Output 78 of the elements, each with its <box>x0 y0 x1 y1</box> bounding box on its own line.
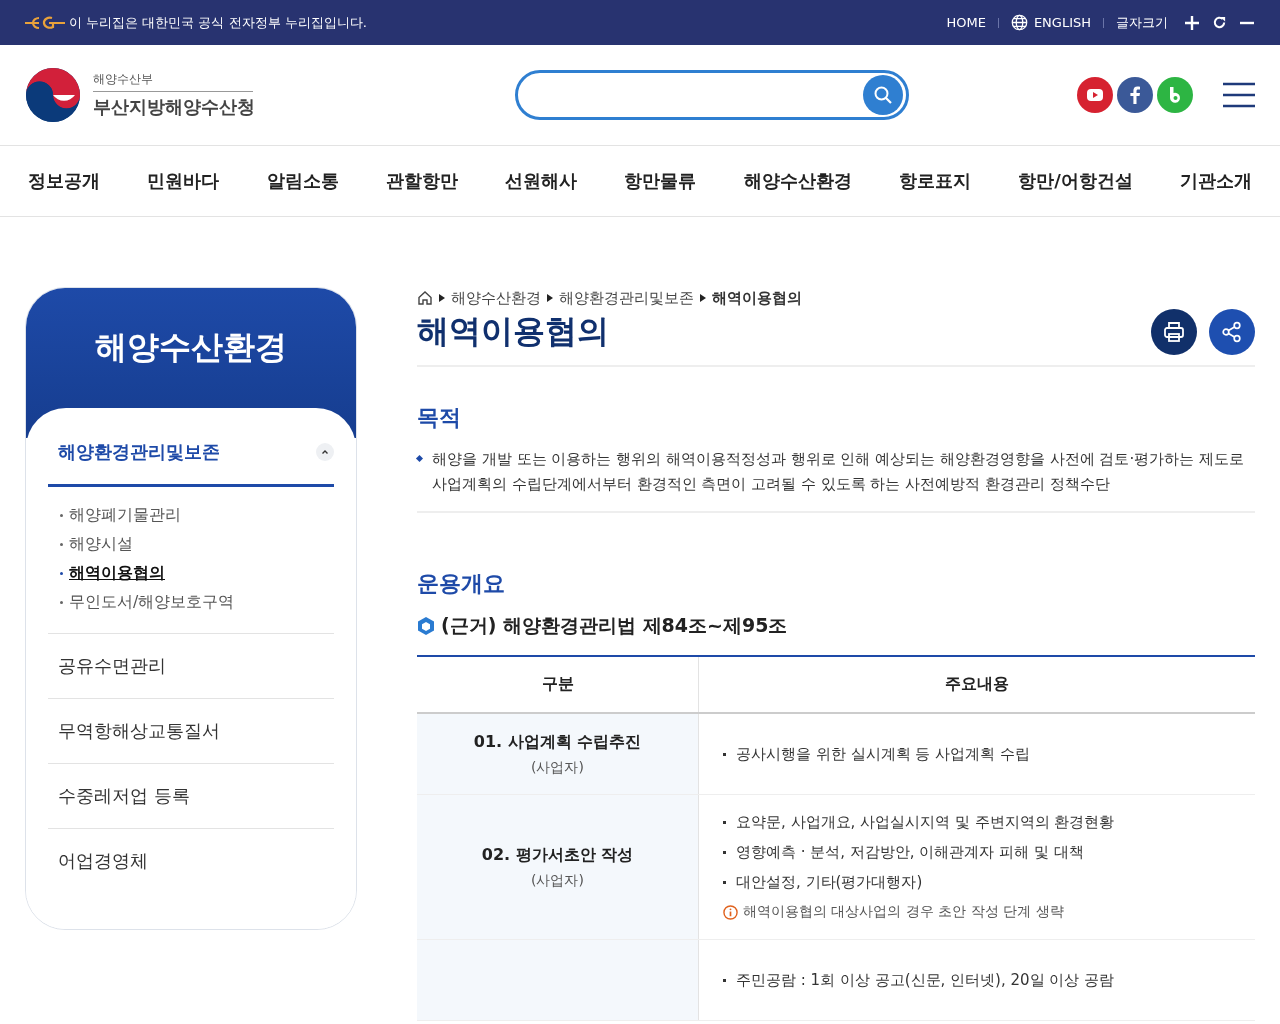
sidebar-menu-item[interactable]: 공유수면관리 <box>48 634 334 698</box>
font-size-label: 글자크기 <box>1116 13 1168 32</box>
info-icon <box>723 904 738 920</box>
column-header: 주요내용 <box>944 673 1010 695</box>
note-text: 해역이용협의 대상사업의 경우 초안 작성 단계 생략 <box>743 903 1064 921</box>
step-actor: (사업자) <box>531 871 584 890</box>
bullet-icon <box>60 543 63 546</box>
utility-link[interactable]: HOME <box>946 15 986 30</box>
content-text: 대안설정, 기타(평가대행자) <box>736 873 923 892</box>
sidebar-menu-item[interactable]: 어업경영체 <box>48 829 334 893</box>
search-icon <box>873 85 893 105</box>
page-title: 해역이용협의 <box>417 311 609 352</box>
nav-menu-item[interactable]: 정보공개 <box>28 169 100 193</box>
emblem-icon <box>25 67 81 123</box>
printer-icon <box>1163 321 1185 343</box>
reset-icon[interactable] <box>1212 15 1227 30</box>
breadcrumb-link[interactable]: 해양환경관리및보존 <box>559 288 694 308</box>
sidebar-submenu-item[interactable]: 무인도서/해양보호구역 <box>60 592 322 613</box>
youtube-icon[interactable] <box>1077 77 1113 113</box>
menu-icon[interactable] <box>1223 82 1255 108</box>
sidebar-menu-item[interactable]: 수중레저업 등록 <box>48 764 334 828</box>
bullet-icon <box>723 978 726 982</box>
hexagon-icon <box>417 616 435 636</box>
section-heading: 운용개요 <box>417 570 506 598</box>
nav-menu-item[interactable]: 선원해사 <box>505 169 578 193</box>
bullet-icon <box>723 881 726 884</box>
collapse-icon <box>316 443 334 461</box>
nav-menu-item[interactable]: 알림소통 <box>266 169 339 193</box>
purpose-text: 해양을 개발 또는 이용하는 행위의 해역이용적정성과 행위로 인해 예상되는 해양환경영향을 사전에 검토·평가하는 제도로 사업계획의 수립단계에서부터 환경적인 측면이 고려될 수 있도록 하는 사전예방적 환경관리 정책수단 <box>432 449 1245 495</box>
content-text: 주민공람 : 1회 이상 공고(신문, 인터넷), 20일 이상 공람 <box>736 970 1115 990</box>
bullet-icon <box>60 601 63 604</box>
arrow-icon <box>439 294 445 302</box>
section-heading: 목적 <box>417 404 462 432</box>
content-text: 공사시행을 위한 실시계획 등 사업계획 수립 <box>736 744 1030 764</box>
content-text: 영향예측 · 분석, 저감방안, 이해관계자 피해 및 대책 <box>736 843 1084 862</box>
search-field[interactable] <box>515 70 909 120</box>
agency-name: 부산지방해양수산청 <box>93 95 255 119</box>
nav-menu-item[interactable]: 기관소개 <box>1179 169 1252 193</box>
nav-menu-item[interactable]: 항만물류 <box>624 169 697 193</box>
content-text: 요약문, 사업개요, 사업실시지역 및 주변지역의 환경현황 <box>736 813 1115 832</box>
nav-menu-item[interactable]: 항로표지 <box>898 169 971 193</box>
sidebar-menu-item[interactable]: 해양환경관리및보존 <box>48 422 334 487</box>
home-icon[interactable] <box>417 290 433 306</box>
plus-icon[interactable] <box>1184 14 1200 31</box>
facebook-icon[interactable] <box>1117 77 1153 113</box>
sidebar-title: 해양수산환경 <box>95 327 287 368</box>
breadcrumb-link[interactable]: 해양수산환경 <box>451 288 541 308</box>
globe-icon <box>1010 14 1028 31</box>
search-button[interactable] <box>863 75 903 115</box>
step-title: 01. 사업계획 수립추진 <box>473 731 642 753</box>
step-actor: (사업자) <box>531 758 584 777</box>
print-button[interactable] <box>1151 309 1197 355</box>
nav-menu-item[interactable]: 관할항만 <box>385 169 458 193</box>
breadcrumb-link[interactable]: 해역이용협의 <box>712 288 802 308</box>
column-header: 구분 <box>417 657 699 712</box>
bullet-icon <box>60 514 63 517</box>
sidebar-submenu-item[interactable]: 해역이용협의 <box>60 563 322 584</box>
ministry-name: 해양수산부 <box>93 71 253 92</box>
sidebar-submenu-item[interactable]: 해양폐기물관리 <box>60 505 322 526</box>
bullet-icon <box>60 572 63 575</box>
arrow-icon <box>700 294 706 302</box>
sidebar-submenu-item[interactable]: 해양시설 <box>60 534 322 555</box>
nav-menu-item[interactable]: 해양수산환경 <box>743 169 852 193</box>
bullet-icon <box>723 821 726 824</box>
bullet-icon <box>415 454 424 463</box>
bullet-icon <box>723 851 726 854</box>
sidebar-menu-item[interactable]: 무역항해상교통질서 <box>48 699 334 763</box>
share-button[interactable] <box>1209 309 1255 355</box>
step-title: 02. 평가서초안 작성 <box>481 844 634 866</box>
gov-banner-text: 이 누리집은 대한민국 공식 전자정부 누리집입니다. <box>69 13 367 32</box>
share-icon <box>1221 321 1243 343</box>
nav-menu-item[interactable]: 항만/어항건설 <box>1018 169 1133 193</box>
bullet-icon <box>723 752 726 756</box>
utility-link[interactable]: ENGLISH <box>1010 14 1091 31</box>
eg-logo-icon <box>25 14 65 31</box>
nav-menu-item[interactable]: 민원바다 <box>147 169 220 193</box>
basis-text: (근거) 해양환경관리법 제84조~제95조 <box>441 613 788 638</box>
arrow-icon <box>547 294 553 302</box>
